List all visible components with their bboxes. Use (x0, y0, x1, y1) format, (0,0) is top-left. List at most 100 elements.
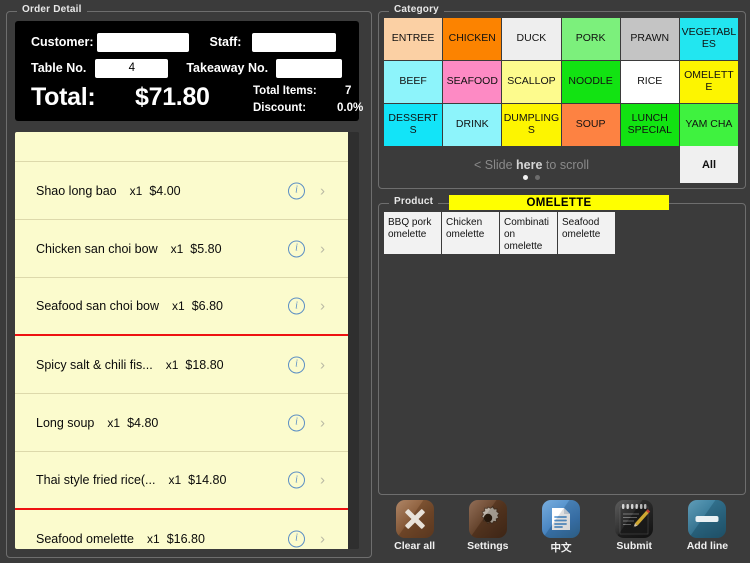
category-tile[interactable]: DRINK (443, 104, 502, 146)
product-tile[interactable]: Seafood omelette (558, 212, 615, 254)
discount-value: 0.0% (337, 102, 364, 114)
bottom-toolbar: Clear all Settings 中文 Submit Add line (378, 498, 744, 558)
order-item-row[interactable]: Shao long bao x1 $4.00 i › (15, 162, 348, 220)
info-icon[interactable]: i (288, 414, 305, 431)
slide-hint-bold: here (516, 158, 543, 172)
info-icon[interactable]: i (288, 297, 305, 315)
icon-gloss (468, 500, 507, 538)
chevron-right-icon[interactable]: › (320, 531, 325, 546)
selected-category-banner: OMELETTE (449, 195, 669, 210)
order-item-row[interactable]: Seafood san choi bow x1 $6.80 i › (15, 278, 348, 336)
chevron-right-icon[interactable]: › (320, 473, 325, 488)
discount-label: Discount: (253, 102, 307, 114)
order-item-qty: x1 (170, 241, 184, 256)
category-tile-label: PRAWN (630, 32, 670, 45)
order-item-name: Seafood omelette (36, 531, 134, 546)
category-tile[interactable]: NOODLE (561, 61, 620, 103)
order-item-qty: x1 (172, 299, 185, 313)
product-tile[interactable]: Combination omelette (500, 212, 557, 254)
info-icon[interactable]: i (288, 240, 305, 257)
category-tile-label: DUCK (516, 32, 547, 45)
product-tile[interactable]: BBQ pork omelette (384, 212, 441, 254)
chevron-right-icon[interactable]: › (320, 183, 325, 198)
total-items-label: Total Items: (253, 85, 317, 97)
order-summary: Total: $71.80 Total Items: 7 Discount: 0… (15, 83, 363, 121)
toolbar-button[interactable]: Settings (451, 498, 524, 558)
product-tile[interactable]: Chicken omelette (442, 212, 499, 254)
category-tile-label: OMELETTE (684, 69, 734, 93)
category-tile-label: SOUP (575, 118, 606, 131)
category-tile[interactable]: BEEF (384, 61, 443, 103)
order-items-list[interactable]: Shao long bao x1 $4.00 i › Chicken san choi b… (15, 132, 359, 549)
customer-label: Customer: (31, 35, 94, 49)
order-item-row[interactable]: Seafood omelette x1 $16.80 i › (15, 510, 348, 549)
staff-input[interactable] (252, 32, 337, 52)
order-item-qty: x1 (147, 531, 160, 546)
info-icon[interactable]: i (288, 356, 305, 373)
category-tile[interactable]: RICE (620, 61, 679, 103)
notepad-pencil-icon[interactable] (615, 500, 654, 538)
toolbar-button[interactable]: Clear all (378, 498, 451, 558)
category-page-dots[interactable] (384, 175, 679, 180)
category-tile[interactable]: SOUP (561, 104, 620, 146)
customer-input[interactable] (96, 32, 189, 52)
order-item-price: $5.80 (190, 241, 222, 256)
chevron-right-icon[interactable]: › (320, 357, 325, 372)
category-tile-label: RICE (637, 75, 663, 88)
cross-icon[interactable] (395, 500, 434, 538)
chevron-right-icon[interactable]: › (320, 415, 325, 430)
category-tile[interactable]: PRAWN (620, 18, 679, 60)
category-tile[interactable]: YAM CHA (679, 104, 738, 146)
category-tile-label: SCALLOP (507, 75, 556, 88)
order-item-row[interactable]: Thai style fried rice(... x1 $14.80 i › (15, 452, 348, 510)
page-dot[interactable] (535, 175, 540, 180)
order-items-container: Shao long bao x1 $4.00 i › Chicken san choi b… (15, 132, 348, 549)
page-dot[interactable] (523, 175, 528, 180)
category-legend: Category (389, 4, 444, 15)
category-tile[interactable]: CHICKEN (443, 18, 502, 60)
toolbar-button[interactable]: Add line (671, 498, 744, 558)
toolbar-button[interactable]: 中文 (524, 498, 597, 558)
category-tile-label: LUNCH SPECIAL (627, 112, 672, 136)
takeaway-no-input[interactable] (276, 58, 343, 78)
category-tile[interactable]: DESSERTS (384, 104, 443, 146)
table-no-input[interactable]: 4 (95, 58, 169, 78)
order-detail-legend: Order Detail (17, 4, 87, 15)
category-tile-label: NOODLE (568, 75, 613, 88)
toolbar-button-label: Settings (467, 540, 509, 552)
category-tile[interactable]: LUNCH SPECIAL (620, 104, 679, 146)
order-list-scrollbar[interactable] (348, 132, 359, 549)
category-grid: ENTREE CHICKEN DUCK PORK PRAWN VEGETABLES BEEF… (384, 18, 738, 146)
order-item-row[interactable]: Long soup x1 $4.80 i › (15, 394, 348, 452)
category-tile[interactable]: VEGETABLES (679, 18, 738, 60)
category-tile[interactable]: SEAFOOD (443, 61, 502, 103)
info-icon[interactable]: i (288, 182, 305, 199)
category-tile[interactable]: DUCK (502, 18, 561, 60)
category-tile[interactable]: SCALLOP (502, 61, 561, 103)
category-all-button[interactable]: All (680, 146, 738, 183)
order-item-row[interactable]: Spicy salt & chili fis... x1 $18.80 i › (15, 336, 348, 394)
product-panel: Product OMELETTE BBQ pork omelette Chicke… (378, 195, 746, 495)
order-item-row[interactable]: Chicken san choi bow x1 $5.80 i › (15, 220, 348, 278)
category-panel: Category ENTREE CHICKEN DUCK PORK PRAWN VEGET… (378, 4, 746, 189)
info-icon[interactable]: i (288, 471, 305, 489)
minus-icon[interactable] (688, 500, 727, 538)
category-tile[interactable]: ENTREE (384, 18, 443, 60)
category-tile[interactable]: PORK (561, 18, 620, 60)
chevron-right-icon[interactable]: › (320, 241, 325, 256)
category-tile[interactable]: OMELETTE (679, 61, 738, 103)
takeaway-no-label: Takeaway No. (186, 61, 269, 75)
gear-icon[interactable] (468, 500, 507, 538)
document-icon[interactable] (542, 500, 580, 538)
category-tile-label: DRINK (455, 118, 489, 131)
toolbar-button[interactable]: Submit (598, 498, 671, 558)
staff-label: Staff: (209, 35, 242, 49)
total-label: Total: (31, 83, 96, 111)
order-item-price: $4.80 (127, 415, 159, 430)
info-icon[interactable]: i (288, 530, 305, 547)
order-item-qty: x1 (165, 357, 179, 372)
table-no-label: Table No. (31, 61, 87, 75)
category-tile-label: DUMPLINGS (503, 112, 560, 136)
category-tile[interactable]: DUMPLINGS (502, 104, 561, 146)
chevron-right-icon[interactable]: › (320, 299, 325, 314)
